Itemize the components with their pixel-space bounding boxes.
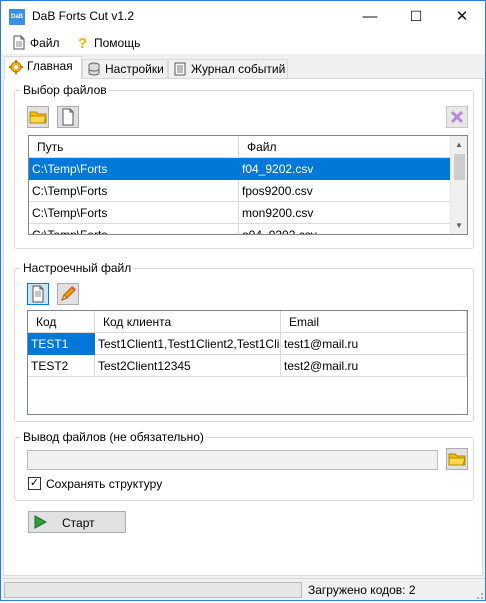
log-icon — [173, 62, 187, 76]
pencil-icon — [58, 286, 78, 307]
path-cell: C:\Temp\Forts — [29, 224, 239, 234]
scroll-up-arrow-icon[interactable]: ▲ — [451, 136, 467, 153]
window-title: DaB Forts Cut v1.2 — [32, 9, 135, 23]
files-grid-scrollbar[interactable]: ▲ ▼ — [450, 136, 467, 234]
tab-panel-main: Выбор файлов Путь Файл C:\Temp\Forts f04… — [3, 78, 483, 576]
tab-event-log-label: Журнал событий — [191, 62, 286, 76]
application-window: DaB DaB Forts Cut v1.2 — ☐ ✕ Файл ? Помо… — [0, 0, 486, 601]
tab-main[interactable]: Главная — [4, 56, 82, 79]
folder-icon — [28, 111, 48, 130]
files-grid[interactable]: Путь Файл C:\Temp\Forts f04_9202.csv C:\… — [28, 135, 468, 235]
email-cell: test2@mail.ru — [281, 355, 467, 377]
table-row[interactable]: C:\Temp\Forts f04_9202.csv — [29, 158, 451, 180]
output-group-title: Вывод файлов (не обязательно) — [21, 430, 206, 444]
tab-strip: Главная Настройки Журнал событий — [1, 56, 485, 79]
path-cell: C:\Temp\Forts — [29, 202, 239, 224]
browse-output-folder-button[interactable] — [446, 448, 468, 470]
file-icon — [58, 108, 78, 130]
scroll-thumb[interactable] — [454, 154, 465, 180]
settings-file-group-title: Настроечный файл — [21, 261, 134, 275]
client-code-cell: Test2Client12345 — [95, 355, 281, 377]
path-cell: C:\Temp\Forts — [29, 158, 239, 180]
column-header-email[interactable]: Email — [281, 311, 467, 333]
folder-icon — [447, 453, 467, 472]
files-group: Выбор файлов Путь Файл C:\Temp\Forts f04… — [14, 83, 474, 249]
close-button[interactable]: ✕ — [439, 1, 485, 32]
keep-structure-checkbox[interactable]: ✓ — [28, 477, 41, 490]
svg-text:?: ? — [78, 35, 87, 50]
column-header-path[interactable]: Путь — [29, 136, 239, 158]
edit-button[interactable] — [57, 283, 79, 305]
menu-file[interactable]: Файл — [12, 35, 60, 52]
files-grid-header: Путь Файл — [29, 136, 451, 158]
column-header-code[interactable]: Код — [28, 311, 95, 333]
file-cell: mon9200.csv — [239, 202, 451, 224]
minimize-button[interactable]: — — [347, 1, 393, 32]
column-header-client-code[interactable]: Код клиента — [95, 311, 281, 333]
play-icon — [33, 515, 48, 532]
gear-icon — [9, 60, 23, 74]
menu-file-label: Файл — [30, 36, 60, 50]
table-row[interactable]: C:\Temp\Forts o04_9202.csv — [29, 224, 451, 234]
title-bar[interactable]: DaB DaB Forts Cut v1.2 — ☐ ✕ — [1, 1, 485, 32]
loaded-codes-status: Загружено кодов: 2 — [308, 583, 416, 597]
table-row[interactable]: C:\Temp\Forts mon9200.csv — [29, 202, 451, 224]
path-cell: C:\Temp\Forts — [29, 180, 239, 202]
tab-settings[interactable]: Настройки — [82, 59, 168, 78]
column-header-file[interactable]: Файл — [239, 136, 451, 158]
add-file-button[interactable] — [57, 106, 79, 128]
open-folder-button[interactable] — [27, 106, 49, 128]
delete-x-icon — [447, 110, 467, 130]
status-bar: Загружено кодов: 2 — [1, 578, 485, 600]
resize-grip-icon[interactable] — [474, 589, 484, 599]
start-button[interactable]: Старт — [28, 511, 126, 533]
settings-file-group: Настроечный файл Код Код клиента Email T… — [14, 261, 474, 422]
output-group: Вывод файлов (не обязательно) ✓ Сохранят… — [14, 430, 474, 501]
code-cell: TEST1 — [28, 333, 95, 355]
client-code-cell: Test1Client1,Test1Client2,Test1Clie... — [95, 333, 281, 355]
files-group-title: Выбор файлов — [21, 83, 109, 97]
menu-help-label: Помощь — [94, 36, 141, 50]
table-row[interactable]: TEST2 Test2Client12345 test2@mail.ru — [28, 355, 467, 377]
database-icon — [87, 62, 101, 76]
question-icon: ? — [76, 35, 90, 52]
menu-bar: Файл ? Помощь — [1, 32, 485, 54]
menu-help[interactable]: ? Помощь — [76, 35, 140, 52]
scroll-down-arrow-icon[interactable]: ▼ — [451, 217, 467, 234]
delete-button[interactable] — [446, 106, 468, 128]
check-mark-icon: ✓ — [29, 477, 40, 489]
table-row[interactable]: TEST1 Test1Client1,Test1Client2,Test1Cli… — [28, 333, 467, 355]
settings-grid-header: Код Код клиента Email — [28, 311, 467, 333]
tab-settings-label: Настройки — [105, 62, 164, 76]
file-cell: o04_9202.csv — [239, 224, 451, 234]
code-cell: TEST2 — [28, 355, 95, 377]
progress-bar — [4, 582, 302, 598]
keep-structure-label[interactable]: Сохранять структуру — [46, 477, 162, 491]
email-cell: test1@mail.ru — [281, 333, 467, 355]
maximize-button[interactable]: ☐ — [393, 1, 439, 32]
output-path-field[interactable] — [27, 450, 438, 470]
file-cell: fpos9200.csv — [239, 180, 451, 202]
file-cell: f04_9202.csv — [239, 158, 451, 180]
start-button-label: Старт — [62, 516, 95, 530]
settings-file-open-button[interactable] — [27, 283, 49, 305]
tab-main-label: Главная — [27, 59, 73, 73]
table-row[interactable]: C:\Temp\Forts fpos9200.csv — [29, 180, 451, 202]
document-icon — [12, 35, 26, 50]
file-icon — [28, 285, 48, 307]
app-icon: DaB — [9, 9, 25, 25]
settings-grid[interactable]: Код Код клиента Email TEST1 Test1Client1… — [27, 310, 468, 415]
tab-event-log[interactable]: Журнал событий — [168, 59, 288, 78]
